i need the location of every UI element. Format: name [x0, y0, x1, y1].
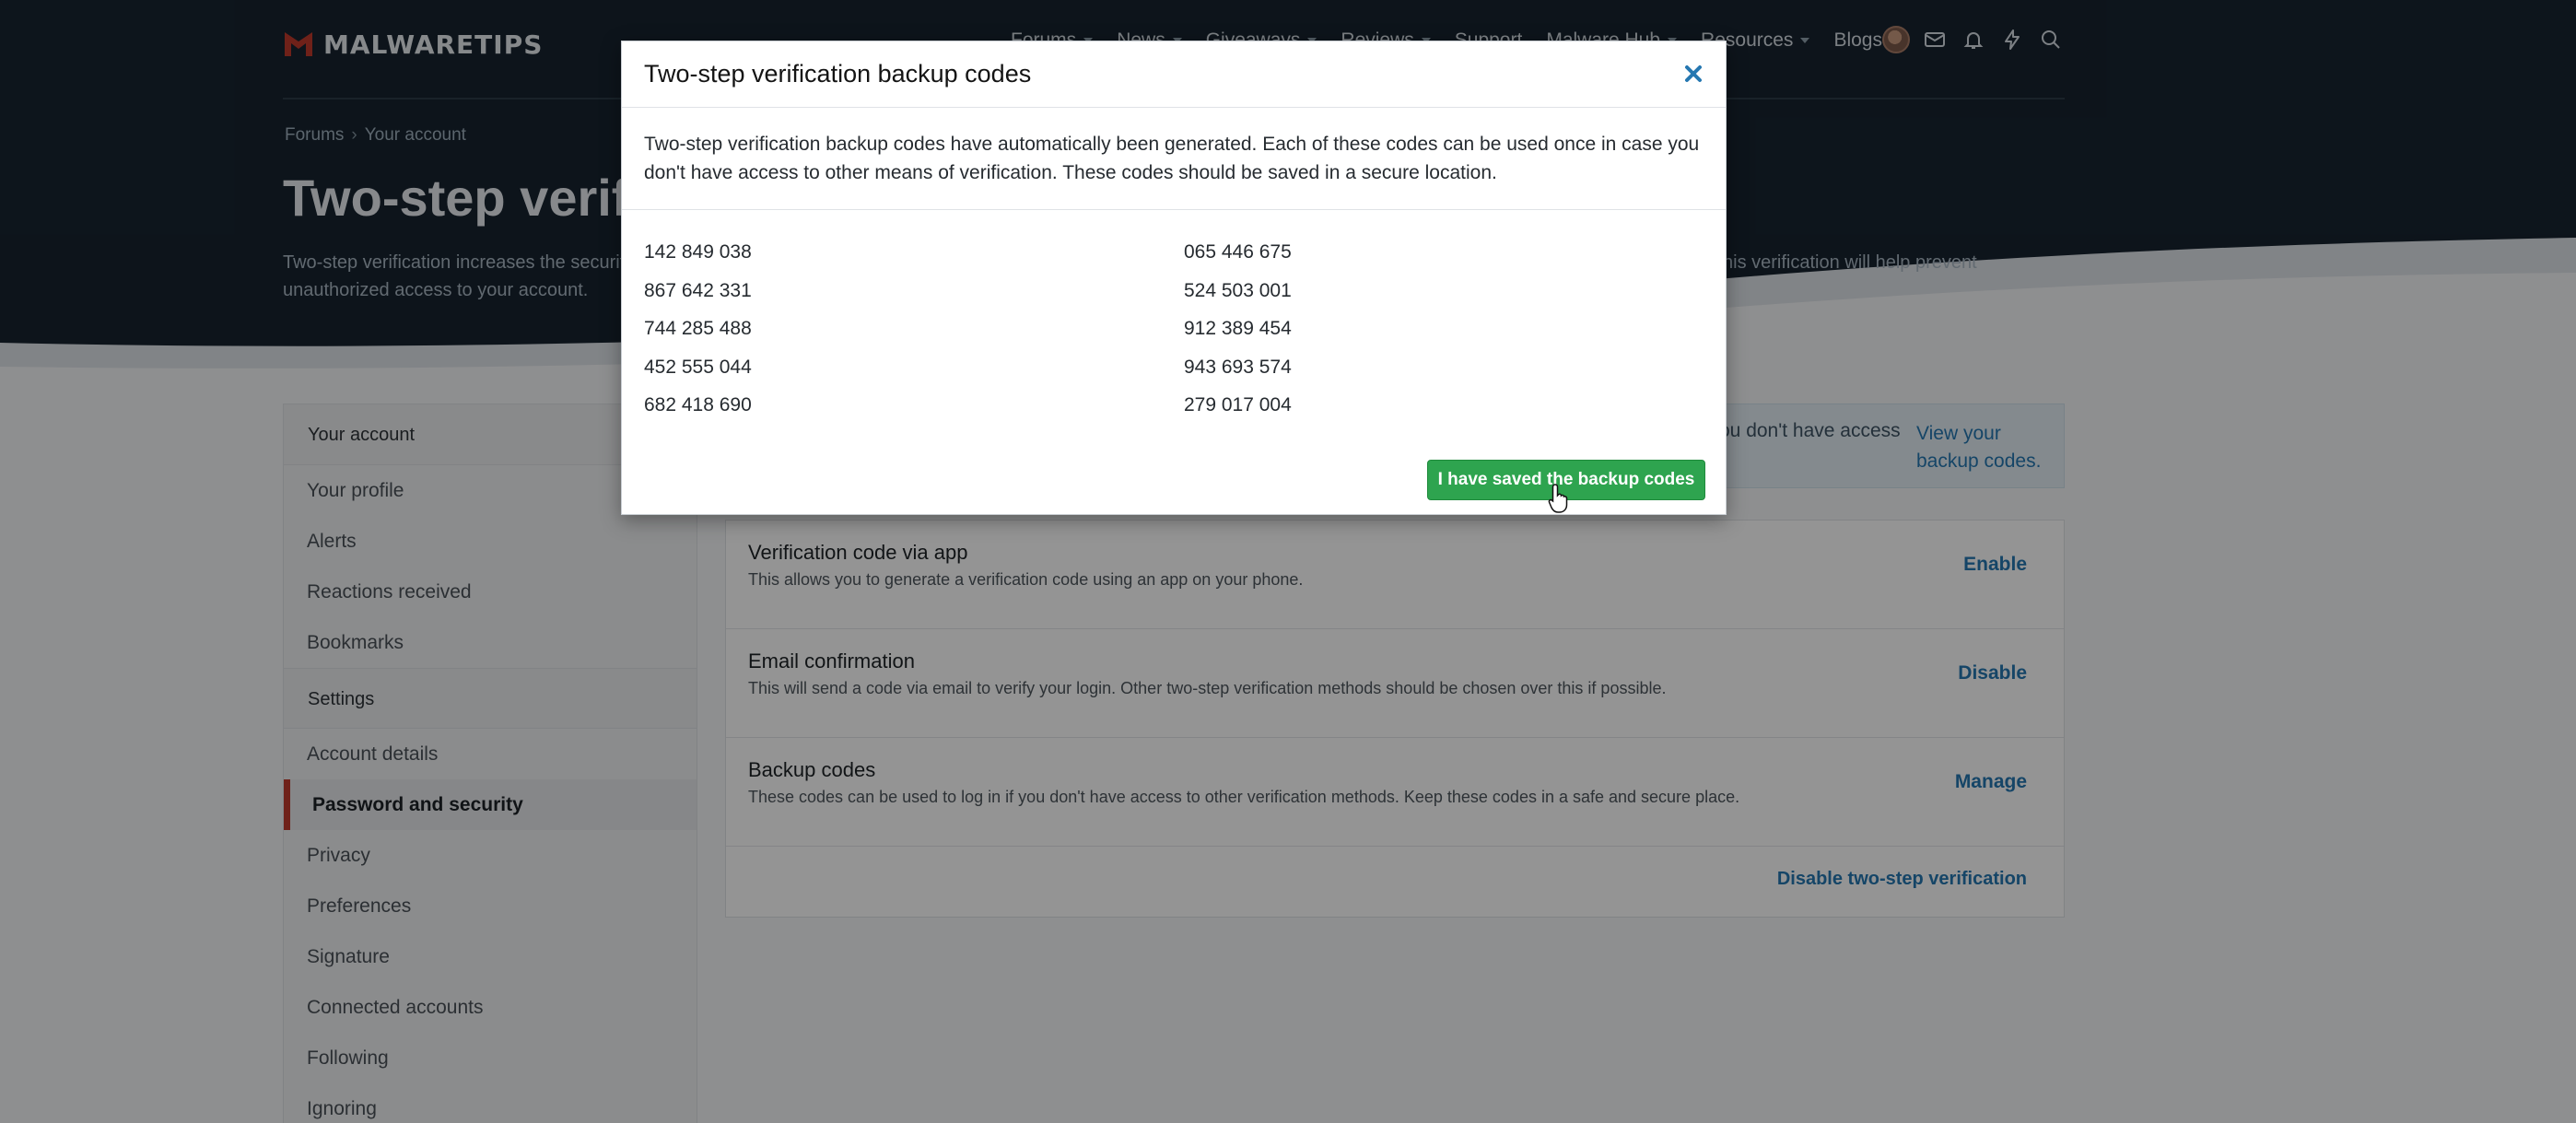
backup-code: 452 555 044 [644, 356, 752, 378]
backup-code: 065 446 675 [1184, 241, 1292, 263]
backup-code: 524 503 001 [1184, 279, 1292, 301]
backup-code: 744 285 488 [644, 318, 752, 339]
backup-codes-list: 142 849 038 065 446 675 867 642 331 524 … [644, 233, 1704, 425]
backup-code: 682 418 690 [644, 394, 752, 415]
backup-code: 279 017 004 [1184, 394, 1292, 415]
backup-code: 867 642 331 [644, 279, 752, 301]
backup-code: 142 849 038 [644, 241, 752, 263]
modal-divider [622, 209, 1726, 210]
backup-code: 912 389 454 [1184, 318, 1292, 339]
modal-title: Two-step verification backup codes [644, 60, 1032, 88]
backup-code: 943 693 574 [1184, 356, 1292, 378]
modal-header: Two-step verification backup codes [622, 41, 1726, 108]
hand-cursor-icon [1548, 484, 1568, 513]
backup-codes-modal: Two-step verification backup codes Two-s… [621, 41, 1727, 515]
close-button[interactable] [1678, 58, 1709, 89]
close-icon [1685, 65, 1702, 82]
modal-description: Two-step verification backup codes have … [644, 134, 1700, 183]
